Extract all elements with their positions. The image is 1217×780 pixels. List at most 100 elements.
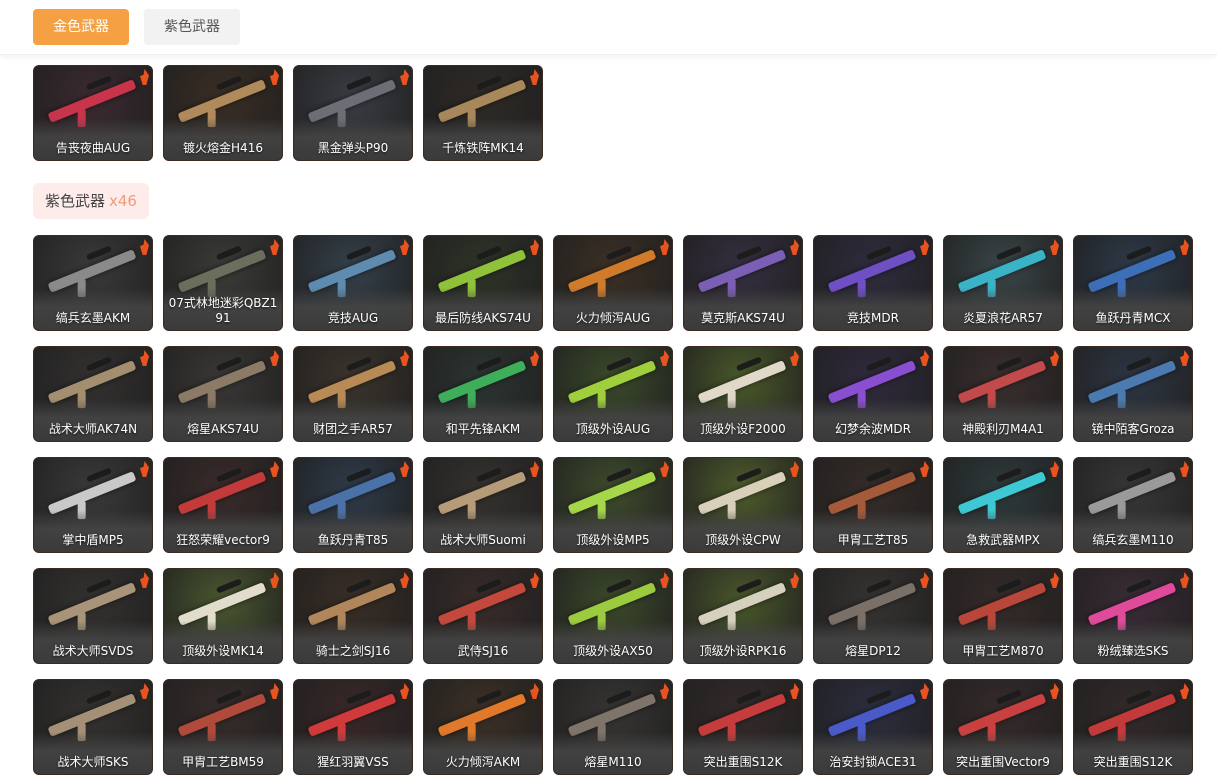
weapon-card[interactable]: 和平先锋AKM — [423, 346, 543, 442]
weapon-name: 千炼铁阵MK14 — [442, 141, 524, 155]
weapon-card[interactable]: 顶级外设MK14 — [163, 568, 283, 664]
weapon-card[interactable]: 顶级外设RPK16 — [683, 568, 803, 664]
weapon-card[interactable]: 掌中盾MP5 — [33, 457, 153, 553]
weapon-name: 熔星AKS74U — [187, 422, 259, 436]
weapon-name: 竞技AUG — [327, 311, 379, 325]
weapon-card[interactable]: 火力倾泻AUG — [553, 235, 673, 331]
weapon-name: 熔星DP12 — [845, 644, 901, 658]
weapon-card[interactable]: 莫克斯AKS74U — [683, 235, 803, 331]
weapon-card[interactable]: 武侍SJ16 — [423, 568, 543, 664]
tab-gold-weapons[interactable]: 金色武器 — [33, 9, 129, 45]
weapon-name: 鱼跃丹青MCX — [1095, 311, 1171, 325]
weapon-card[interactable]: 熔星AKS74U — [163, 346, 283, 442]
weapon-name: 急救武器MPX — [966, 533, 1040, 547]
weapon-card[interactable]: 缟兵玄墨M110 — [1073, 457, 1193, 553]
weapon-name: 狂怒荣耀vector9 — [176, 533, 270, 547]
weapon-name: 火力倾泻AUG — [575, 311, 651, 325]
weapon-name: 顶级外设AUG — [575, 422, 651, 436]
weapon-card[interactable]: 顶级外设F2000 — [683, 346, 803, 442]
weapon-card[interactable]: 幻梦余波MDR — [813, 346, 933, 442]
weapon-card[interactable]: 甲胄工艺BM59 — [163, 679, 283, 775]
weapon-name: 顶级外设MK14 — [182, 644, 264, 658]
weapon-name: 顶级外设F2000 — [700, 422, 786, 436]
weapon-name: 顶级外设CPW — [705, 533, 781, 547]
weapon-card[interactable]: 骑士之剑SJ16 — [293, 568, 413, 664]
weapon-card[interactable]: 战术大师SKS — [33, 679, 153, 775]
weapon-name: 武侍SJ16 — [457, 644, 509, 658]
weapon-card[interactable]: 镀火熔金H416 — [163, 65, 283, 161]
weapon-card[interactable]: 战术大师Suomi — [423, 457, 543, 553]
weapon-card[interactable]: 治安封锁ACE31 — [813, 679, 933, 775]
weapon-card[interactable]: 猩红羽翼VSS — [293, 679, 413, 775]
weapon-name: 鱼跃丹青T85 — [317, 533, 389, 547]
weapon-card[interactable]: 粉绒臻选SKS — [1073, 568, 1193, 664]
weapon-name: 突出重围S12K — [703, 755, 783, 769]
weapon-name: 缟兵玄墨AKM — [55, 311, 131, 325]
weapon-card[interactable]: 黑金弹头P90 — [293, 65, 413, 161]
weapon-card[interactable]: 07式林地迷彩QBZ191 — [163, 235, 283, 331]
weapon-card[interactable]: 甲胄工艺M870 — [943, 568, 1063, 664]
weapon-name: 黑金弹头P90 — [317, 141, 389, 155]
weapon-name: 突出重围Vector9 — [956, 755, 1050, 769]
weapon-name: 莫克斯AKS74U — [701, 311, 785, 325]
weapon-card[interactable]: 顶级外设AX50 — [553, 568, 673, 664]
purple-weapon-grid: 缟兵玄墨AKM 07式林地迷彩QBZ191 竞技AUG 最后防线AKS74U 火力倾泻A… — [33, 235, 1193, 775]
weapon-name: 炎夏浪花AR57 — [963, 311, 1043, 325]
purple-section-title: 紫色武器 — [45, 192, 106, 210]
weapon-name: 和平先锋AKM — [445, 422, 521, 436]
purple-section-count: x46 — [109, 192, 137, 210]
weapon-card[interactable]: 炎夏浪花AR57 — [943, 235, 1063, 331]
weapon-card[interactable]: 顶级外设CPW — [683, 457, 803, 553]
weapon-card[interactable]: 镜中陌客Groza — [1073, 346, 1193, 442]
weapon-card[interactable]: 突出重围S12K — [683, 679, 803, 775]
weapon-card[interactable]: 神殿利刃M4A1 — [943, 346, 1063, 442]
weapon-name: 熔星M110 — [584, 755, 642, 769]
weapon-name: 甲胄工艺T85 — [837, 533, 909, 547]
weapon-card[interactable]: 战术大师SVDS — [33, 568, 153, 664]
tab-purple-weapons[interactable]: 紫色武器 — [144, 9, 240, 45]
weapon-name: 甲胄工艺BM59 — [182, 755, 264, 769]
weapon-card[interactable]: 竞技AUG — [293, 235, 413, 331]
weapon-name: 战术大师Suomi — [440, 533, 526, 547]
weapon-name: 最后防线AKS74U — [435, 311, 531, 325]
weapon-name: 战术大师SVDS — [52, 644, 134, 658]
weapon-name: 幻梦余波MDR — [835, 422, 911, 436]
weapon-card[interactable]: 熔星DP12 — [813, 568, 933, 664]
weapon-name: 火力倾泻AKM — [445, 755, 521, 769]
weapon-card[interactable]: 千炼铁阵MK14 — [423, 65, 543, 161]
weapon-name: 突出重围S12K — [1093, 755, 1173, 769]
weapon-name: 缟兵玄墨M110 — [1092, 533, 1174, 547]
weapon-card[interactable]: 顶级外设MP5 — [553, 457, 673, 553]
weapon-name: 骑士之剑SJ16 — [315, 644, 391, 658]
weapon-name: 治安封锁ACE31 — [829, 755, 917, 769]
weapon-name: 战术大师SKS — [57, 755, 129, 769]
weapon-card[interactable]: 甲胄工艺T85 — [813, 457, 933, 553]
weapon-card[interactable]: 狂怒荣耀vector9 — [163, 457, 283, 553]
gold-weapon-grid: 告丧夜曲AUG 镀火熔金H416 黑金弹头P90 千炼铁阵MK14 — [33, 65, 1193, 161]
weapon-card[interactable]: 熔星M110 — [553, 679, 673, 775]
weapon-card[interactable]: 鱼跃丹青T85 — [293, 457, 413, 553]
weapon-name: 神殿利刃M4A1 — [962, 422, 1044, 436]
weapon-name: 战术大师AK74N — [48, 422, 138, 436]
weapon-card[interactable]: 战术大师AK74N — [33, 346, 153, 442]
weapon-name: 财团之手AR57 — [313, 422, 393, 436]
weapon-card[interactable]: 突出重围Vector9 — [943, 679, 1063, 775]
weapon-card[interactable]: 火力倾泻AKM — [423, 679, 543, 775]
weapon-name: 镜中陌客Groza — [1091, 422, 1175, 436]
weapon-name: 告丧夜曲AUG — [55, 141, 131, 155]
weapon-card[interactable]: 鱼跃丹青MCX — [1073, 235, 1193, 331]
weapon-name: 顶级外设AX50 — [573, 644, 653, 658]
weapon-card[interactable]: 顶级外设AUG — [553, 346, 673, 442]
weapon-card[interactable]: 最后防线AKS74U — [423, 235, 543, 331]
weapon-name: 顶级外设RPK16 — [699, 644, 787, 658]
weapon-card[interactable]: 告丧夜曲AUG — [33, 65, 153, 161]
weapon-card[interactable]: 缟兵玄墨AKM — [33, 235, 153, 331]
weapon-card[interactable]: 财团之手AR57 — [293, 346, 413, 442]
weapon-name: 07式林地迷彩QBZ191 — [168, 296, 278, 325]
weapon-card[interactable]: 急救武器MPX — [943, 457, 1063, 553]
weapon-name: 掌中盾MP5 — [62, 533, 124, 547]
weapon-card[interactable]: 突出重围S12K — [1073, 679, 1193, 775]
weapon-name: 粉绒臻选SKS — [1097, 644, 1169, 658]
weapon-name: 竞技MDR — [847, 311, 899, 325]
weapon-card[interactable]: 竞技MDR — [813, 235, 933, 331]
